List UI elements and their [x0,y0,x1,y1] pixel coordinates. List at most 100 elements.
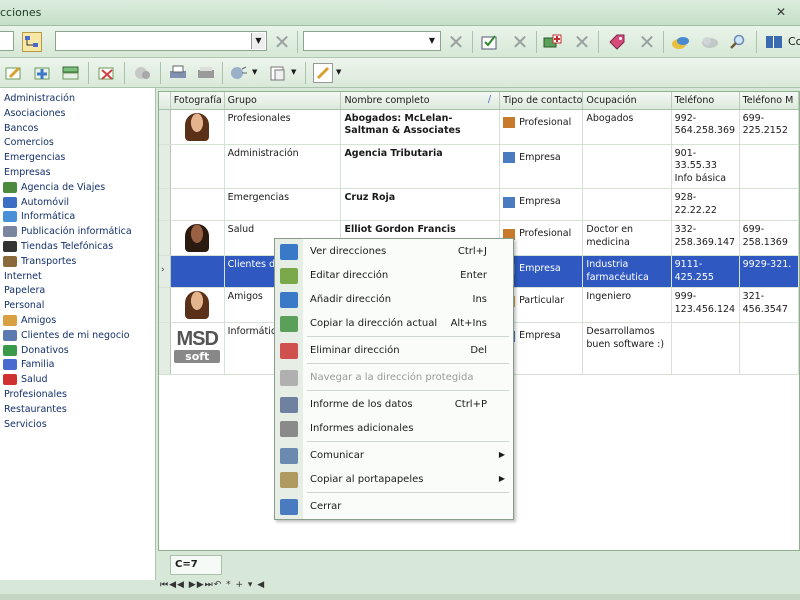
menu-item-label: Añadir dirección [310,294,392,305]
clipboard-icon[interactable] [268,63,288,83]
sidebar-item[interactable]: Personal [0,299,155,314]
group-cell: Administración [224,144,342,189]
menu-item[interactable]: Copiar al portapapeles ▶ [275,469,513,491]
sidebar-item[interactable]: Donativos [0,344,155,359]
menu-item-label: Eliminar dirección [310,345,400,356]
sidebar-item[interactable]: Salud [0,373,155,388]
clear-filter-2-icon[interactable]: ✕ [446,32,466,52]
column-header-mobile[interactable]: Teléfono M [739,92,799,110]
row-indicator[interactable] [159,188,171,221]
search-icon[interactable] [728,32,748,52]
column-header-photo[interactable]: Fotografía [170,92,225,110]
sidebar-item-label: Salud [21,374,48,386]
chevron-down-icon[interactable]: ▼ [291,68,296,76]
clear-tag-icon[interactable]: ✕ [637,32,657,52]
clear-checklist-icon[interactable]: ✕ [510,32,530,52]
sidebar-item[interactable]: Publicación informática [0,225,155,240]
menu-item[interactable]: Editar dirección Enter [275,265,513,287]
menu-item-label: Cerrar [310,501,342,512]
window-title: cciones [0,6,42,19]
table-row[interactable]: Emergencias Cruz Roja Empresa 928-22.22.22 [159,188,799,221]
column-header-group[interactable]: Grupo [224,92,342,110]
cards-add-icon[interactable] [543,32,563,52]
column-header-phone[interactable]: Teléfono [671,92,740,110]
sidebar-item[interactable]: Profesionales [0,388,155,403]
column-header-occupation[interactable]: Ocupación [582,92,672,110]
sidebar-item[interactable]: Servicios [0,418,155,433]
chevron-down-icon[interactable]: ▼ [425,33,439,49]
sidebar-item[interactable]: Administración [0,92,155,107]
chevron-down-icon[interactable]: ▼ [251,33,265,49]
table-row[interactable]: Profesionales Abogados: McLelan-Saltman &… [159,109,799,145]
group-users-icon[interactable] [671,32,691,52]
sidebar-item[interactable]: Informática [0,210,155,225]
sidebar-item[interactable]: Bancos [0,122,155,137]
sidebar-item[interactable]: Comercios [0,136,155,151]
printer-icon[interactable] [168,63,188,83]
reports-icon[interactable] [196,63,216,83]
sidebar-item[interactable]: Internet [0,270,155,285]
clear-cards-icon[interactable]: ✕ [572,32,592,52]
menu-item-shortcut: Enter [460,270,487,281]
menu-item: Navegar a la dirección protegida [275,367,513,389]
sidebar-item[interactable]: Transportes [0,255,155,270]
filter-combo-1[interactable]: ▼ [55,31,267,51]
edit-icon [280,268,298,284]
sidebar-item[interactable]: Restaurantes [0,403,155,418]
column-header-name[interactable]: Nombre completo / [340,92,501,110]
sidebar-item[interactable]: Papelera [0,284,155,299]
delete-icon[interactable] [97,63,117,83]
row-indicator[interactable] [159,322,171,375]
sidebar-item[interactable]: Amigos [0,314,155,329]
occupation-cell: Ingeniero [582,287,672,323]
add-icon[interactable] [33,63,53,83]
chevron-down-icon[interactable]: ▼ [336,68,341,76]
photo-cell [170,255,225,288]
car-icon [3,196,17,208]
menu-item[interactable]: Cerrar [275,496,513,518]
copy-address-icon[interactable] [61,63,81,83]
chevron-down-icon[interactable]: ▼ [252,68,257,76]
sidebar-item[interactable]: Familia [0,358,155,373]
menu-item[interactable]: Añadir dirección Ins [275,289,513,311]
sidebar-item[interactable]: Empresas [0,166,155,181]
edit-icon[interactable] [4,63,24,83]
record-navigator[interactable]: ⏮◀◀ ▶▶⏭↶ * + ▾ ◀ [158,580,800,594]
menu-item-label: Editar dirección [310,270,389,281]
menu-item[interactable]: Copiar la dirección actual Alt+Ins [275,313,513,335]
sidebar-item[interactable]: Clientes de mi negocio [0,329,155,344]
group-list: Administración Asociaciones Bancos Comercio… [0,88,155,432]
row-indicator[interactable] [159,109,171,145]
partial-combo[interactable] [0,31,14,51]
sidebar-item-label: Informática [21,211,76,223]
row-indicator[interactable] [159,144,171,189]
menu-item[interactable]: Informe de los datos Ctrl+P [275,394,513,416]
row-indicator[interactable]: › [159,255,171,288]
row-indicator[interactable] [159,287,171,323]
communicate-icon[interactable] [229,63,249,83]
menu-item[interactable]: Informes adicionales [275,418,513,440]
sidebar-item[interactable]: Tiendas Telefónicas [0,240,155,255]
menu-item[interactable]: Ver direcciones Ctrl+J [275,241,513,263]
protected-icon[interactable] [133,63,153,83]
menu-item[interactable]: Eliminar dirección Del [275,340,513,362]
filter-combo-2[interactable]: ▼ [303,31,441,51]
checklist-icon[interactable] [480,32,500,52]
note-edit-icon[interactable] [313,63,333,83]
sidebar-item-label: Servicios [4,418,47,430]
book-icon[interactable] [764,32,784,52]
tree-view-icon[interactable] [22,32,42,52]
row-indicator[interactable] [159,220,171,256]
menu-item[interactable]: Comunicar ▶ [275,445,513,467]
clear-filter-1-icon[interactable]: ✕ [272,32,292,52]
sidebar-item[interactable]: Automóvil [0,196,155,211]
sidebar-item[interactable]: Agencia de Viajes [0,181,155,196]
toolbar-right-label[interactable]: Co [788,35,800,48]
sidebar-item[interactable]: Asociaciones [0,107,155,122]
cloud-icon[interactable] [700,32,720,52]
column-header-contact-type[interactable]: Tipo de contacto [499,92,584,110]
table-row[interactable]: Administración Agencia Tributaria Empresa 9… [159,144,799,189]
close-icon[interactable]: ✕ [776,5,786,19]
tag-icon[interactable] [607,32,627,52]
sidebar-item[interactable]: Emergencias [0,151,155,166]
